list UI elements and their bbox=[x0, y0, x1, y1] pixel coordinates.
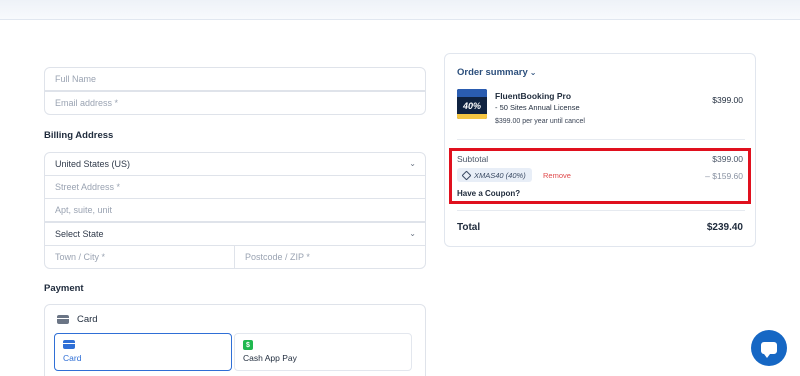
order-summary-toggle[interactable]: Order summary ⌄ bbox=[457, 67, 536, 78]
payment-box: Card Card $ Cash App Pay bbox=[44, 304, 426, 376]
billing-title: Billing Address bbox=[44, 130, 114, 141]
city-input[interactable]: Town / City * bbox=[44, 245, 235, 269]
payment-title: Payment bbox=[44, 283, 84, 294]
total-value: $239.40 bbox=[706, 222, 743, 233]
card-icon bbox=[57, 315, 69, 324]
chevron-down-icon: ⌄ bbox=[409, 159, 416, 168]
payment-option-cash-app[interactable]: $ Cash App Pay bbox=[234, 333, 412, 371]
product-price: $399.00 bbox=[712, 95, 743, 105]
highlight-box bbox=[449, 148, 751, 204]
chevron-down-icon: ⌄ bbox=[409, 229, 416, 238]
card-icon bbox=[63, 340, 75, 349]
full-name-input[interactable]: Full Name bbox=[44, 67, 426, 91]
total-label: Total bbox=[457, 222, 481, 233]
product-recurrence: $399.00 per year until cancel bbox=[495, 118, 585, 125]
country-select[interactable]: United States (US) ⌄ bbox=[44, 152, 426, 176]
chevron-down-icon: ⌄ bbox=[529, 68, 537, 77]
cash-app-icon: $ bbox=[243, 340, 253, 350]
state-select[interactable]: Select State ⌄ bbox=[44, 222, 426, 246]
email-input[interactable]: Email address * bbox=[44, 91, 426, 115]
apt-input[interactable]: Apt, suite, unit bbox=[44, 198, 426, 222]
payment-option-card[interactable]: Card bbox=[54, 333, 232, 371]
divider bbox=[457, 210, 745, 211]
chat-icon bbox=[761, 342, 777, 358]
postcode-input[interactable]: Postcode / ZIP * bbox=[234, 245, 426, 269]
divider bbox=[457, 139, 745, 140]
product-thumbnail: 40% bbox=[457, 89, 487, 119]
payment-method-header[interactable]: Card bbox=[57, 314, 98, 325]
product-name: FluentBooking Pro bbox=[495, 91, 572, 101]
order-summary: Order summary ⌄ 40% FluentBooking Pro - 5… bbox=[444, 53, 756, 247]
chat-button[interactable] bbox=[751, 330, 787, 366]
top-banner bbox=[0, 0, 800, 20]
street-address-input[interactable]: Street Address * bbox=[44, 175, 426, 199]
product-variant: - 50 Sites Annual License bbox=[495, 103, 580, 112]
